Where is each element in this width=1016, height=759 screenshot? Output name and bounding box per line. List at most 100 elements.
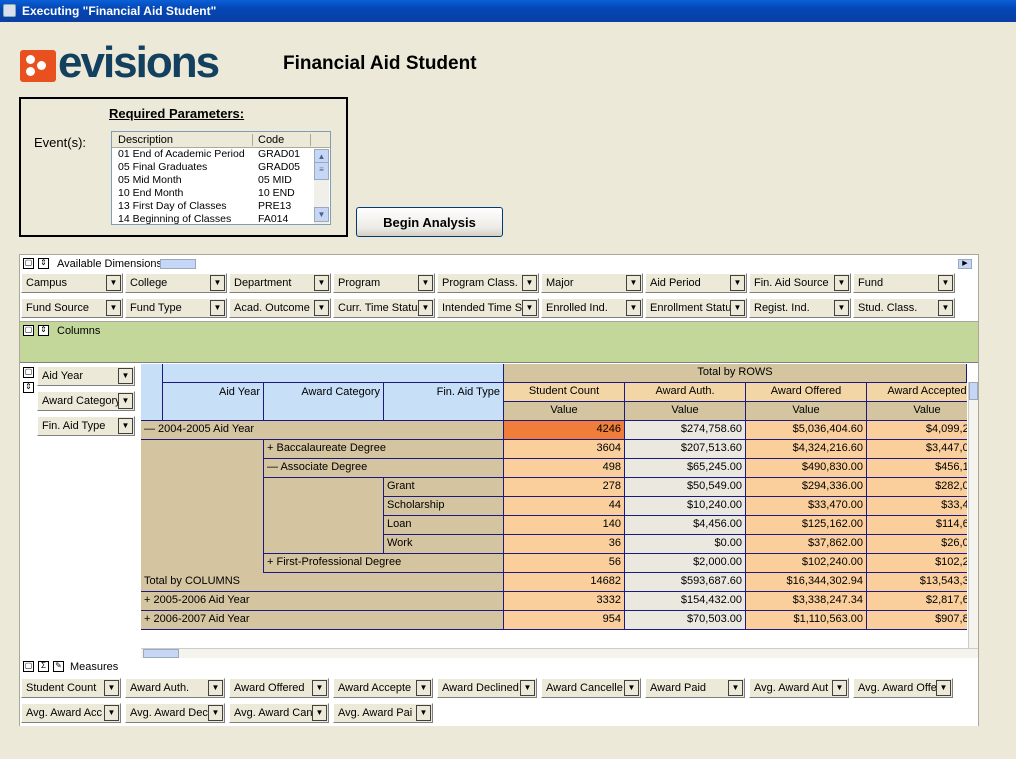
- measure-button[interactable]: Avg. Award Acc ▼: [21, 703, 121, 723]
- value-header: Value: [867, 402, 967, 421]
- event-row[interactable]: 10 End Month 10 END: [112, 187, 330, 200]
- measure-button[interactable]: Avg. Award Offe ▼: [853, 678, 953, 698]
- dimension-button[interactable]: Regist. Ind. ▼: [749, 298, 851, 318]
- dropdown-arrow-icon[interactable]: ▼: [106, 275, 121, 291]
- dimension-button[interactable]: Program ▼: [333, 273, 435, 293]
- event-row[interactable]: 14 Beginning of Classes FA014: [112, 213, 330, 224]
- dropdown-arrow-icon[interactable]: ▼: [118, 368, 133, 384]
- dropdown-arrow-icon[interactable]: ▼: [104, 705, 119, 721]
- dimension-button[interactable]: Aid Period ▼: [645, 273, 747, 293]
- measure-button[interactable]: Award Auth. ▼: [125, 678, 225, 698]
- dropdown-arrow-icon[interactable]: ▼: [314, 300, 329, 316]
- dropdown-arrow-icon[interactable]: ▼: [314, 275, 329, 291]
- row-dimension-button[interactable]: Aid Year ▼: [37, 366, 135, 386]
- dimension-button[interactable]: Fund ▼: [853, 273, 955, 293]
- dimension-button[interactable]: College ▼: [125, 273, 227, 293]
- dropdown-arrow-icon[interactable]: ▼: [118, 418, 133, 434]
- measure-button[interactable]: Avg. Award Aut ▼: [749, 678, 849, 698]
- measure-button[interactable]: Avg. Award Can ▼: [229, 703, 329, 723]
- dimension-button[interactable]: Fund Source ▼: [21, 298, 123, 318]
- measure-button[interactable]: Student Count ▼: [21, 678, 121, 698]
- dropdown-arrow-icon[interactable]: ▼: [938, 300, 953, 316]
- columns-sort-icon[interactable]: ⇕: [38, 325, 49, 336]
- grid-vertical-scrollbar[interactable]: [968, 382, 978, 648]
- dropdown-arrow-icon[interactable]: ▼: [312, 705, 327, 721]
- row-dimension-button[interactable]: Award Category ▼: [37, 391, 135, 411]
- measures-collapse-icon[interactable]: ▢: [23, 661, 34, 672]
- measure-button[interactable]: Avg. Award Pai ▼: [333, 703, 433, 723]
- data-cell: $102,240.: [867, 554, 967, 573]
- measure-button[interactable]: Avg. Award Dec ▼: [125, 703, 225, 723]
- dropdown-arrow-icon[interactable]: ▼: [520, 680, 535, 696]
- dropdown-arrow-icon[interactable]: ▼: [626, 275, 641, 291]
- dropdown-arrow-icon[interactable]: ▼: [104, 680, 119, 696]
- dimension-button[interactable]: Campus ▼: [21, 273, 123, 293]
- event-row[interactable]: 13 First Day of Classes PRE13: [112, 200, 330, 213]
- event-row[interactable]: 05 Final Graduates GRAD05: [112, 161, 330, 174]
- measure-button[interactable]: Award Cancelle ▼: [541, 678, 641, 698]
- rows-sort-icon[interactable]: ⇕: [23, 382, 34, 393]
- begin-analysis-button[interactable]: Begin Analysis: [356, 207, 503, 237]
- row-dimension-button[interactable]: Fin. Aid Type ▼: [37, 416, 135, 436]
- dropdown-arrow-icon[interactable]: ▼: [106, 300, 121, 316]
- dropdown-arrow-icon[interactable]: ▼: [312, 680, 327, 696]
- dropdown-arrow-icon[interactable]: ▼: [834, 275, 849, 291]
- dimension-button[interactable]: Enrolled Ind. ▼: [541, 298, 643, 318]
- dropdown-arrow-icon[interactable]: ▼: [208, 705, 223, 721]
- dimension-button[interactable]: Major ▼: [541, 273, 643, 293]
- measure-button[interactable]: Award Offered ▼: [229, 678, 329, 698]
- sigma-icon[interactable]: Σ: [38, 661, 49, 672]
- dropdown-arrow-icon[interactable]: ▼: [210, 300, 225, 316]
- measure-button[interactable]: Award Declined ▼: [437, 678, 537, 698]
- dims-scroll-right-icon[interactable]: ▶: [958, 259, 972, 269]
- grid-horizontal-scrollbar[interactable]: [141, 648, 978, 658]
- dims-scroll-thumb[interactable]: [160, 259, 196, 269]
- dimension-button[interactable]: Stud. Class. ▼: [853, 298, 955, 318]
- measures-config-icon[interactable]: ✎: [53, 661, 64, 672]
- dimension-button[interactable]: Acad. Outcome ▼: [229, 298, 331, 318]
- dropdown-arrow-icon[interactable]: ▼: [832, 680, 847, 696]
- dropdown-arrow-icon[interactable]: ▼: [936, 680, 951, 696]
- col-code[interactable]: Code: [258, 134, 284, 146]
- measure-button[interactable]: Award Accepte ▼: [333, 678, 433, 698]
- dropdown-arrow-icon[interactable]: ▼: [418, 300, 433, 316]
- dropdown-arrow-icon[interactable]: ▼: [416, 705, 431, 721]
- events-scrollbar[interactable]: ▲ ≡ ▼: [314, 149, 329, 224]
- dropdown-arrow-icon[interactable]: ▼: [210, 275, 225, 291]
- total-cell: 14682: [504, 573, 625, 592]
- dropdown-arrow-icon[interactable]: ▼: [834, 300, 849, 316]
- dimension-button[interactable]: Enrollment Statu ▼: [645, 298, 747, 318]
- dimension-button[interactable]: Program Class. ▼: [437, 273, 539, 293]
- data-cell: $3,447,090.: [867, 440, 967, 459]
- dropdown-arrow-icon[interactable]: ▼: [522, 275, 537, 291]
- dropdown-arrow-icon[interactable]: ▼: [522, 300, 537, 316]
- dimension-button[interactable]: Fund Type ▼: [125, 298, 227, 318]
- event-row[interactable]: 05 Mid Month 05 MID: [112, 174, 330, 187]
- event-code: 05 MID: [258, 174, 292, 186]
- dropdown-arrow-icon[interactable]: ▼: [938, 275, 953, 291]
- dimension-button[interactable]: Intended Time S ▼: [437, 298, 539, 318]
- columns-collapse-icon[interactable]: ▢: [23, 325, 34, 336]
- dropdown-arrow-icon[interactable]: ▼: [118, 393, 133, 409]
- scroll-thumb[interactable]: ≡: [314, 162, 329, 180]
- dimension-button[interactable]: Department ▼: [229, 273, 331, 293]
- dropdown-arrow-icon[interactable]: ▼: [626, 300, 641, 316]
- events-listbox[interactable]: Description Code 01 End of Academic Peri…: [111, 131, 331, 225]
- dimension-button[interactable]: Curr. Time Statu ▼: [333, 298, 435, 318]
- col-description[interactable]: Description: [118, 134, 173, 146]
- collapse-icon[interactable]: ▢: [23, 258, 34, 269]
- dropdown-arrow-icon[interactable]: ▼: [416, 680, 431, 696]
- sort-icon[interactable]: ⇕: [38, 258, 49, 269]
- rows-collapse-icon[interactable]: ▢: [23, 367, 34, 378]
- dropdown-arrow-icon[interactable]: ▼: [624, 680, 639, 696]
- measure-button[interactable]: Award Paid ▼: [645, 678, 745, 698]
- dropdown-arrow-icon[interactable]: ▼: [208, 680, 223, 696]
- dropdown-arrow-icon[interactable]: ▼: [730, 300, 745, 316]
- dimension-button[interactable]: Fin. Aid Source ▼: [749, 273, 851, 293]
- dropdown-arrow-icon[interactable]: ▼: [728, 680, 743, 696]
- scroll-down-icon[interactable]: ▼: [314, 207, 329, 222]
- event-row[interactable]: 01 End of Academic Period GRAD01: [112, 148, 330, 161]
- columns-drop-zone[interactable]: ▢ ⇕ Columns: [20, 321, 978, 363]
- dropdown-arrow-icon[interactable]: ▼: [730, 275, 745, 291]
- dropdown-arrow-icon[interactable]: ▼: [418, 275, 433, 291]
